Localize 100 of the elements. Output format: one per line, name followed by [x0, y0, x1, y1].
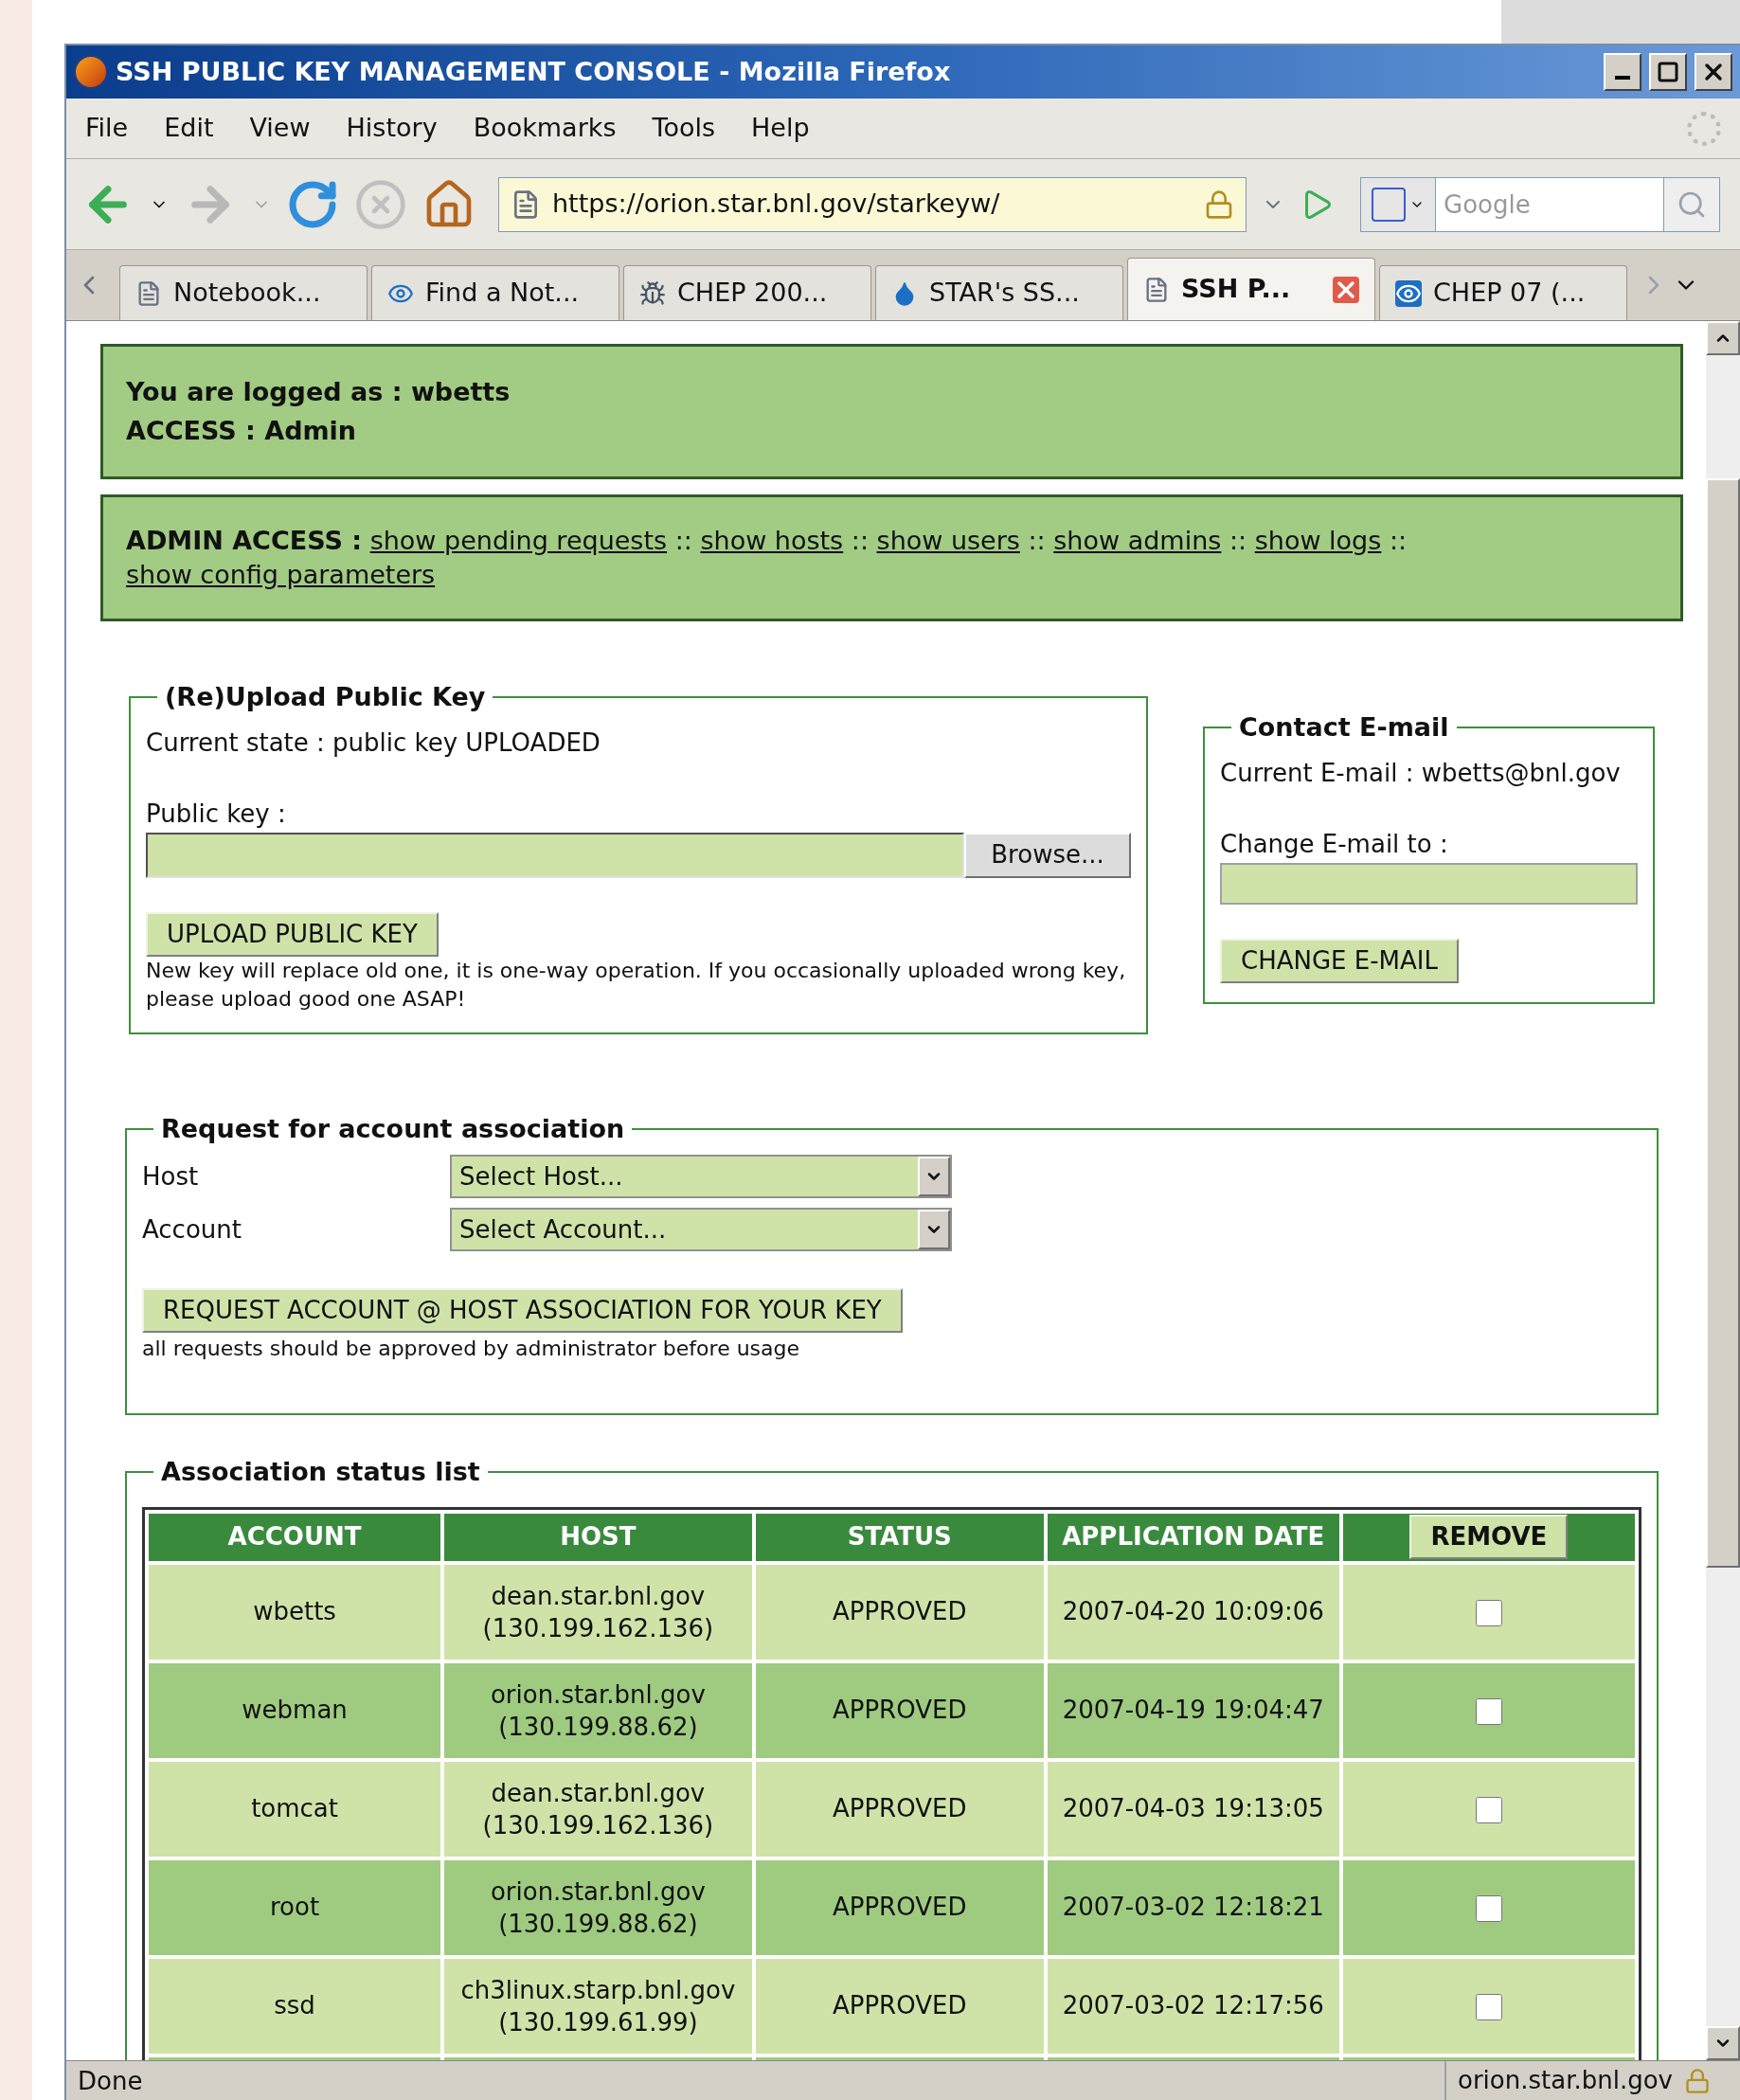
minimize-icon [1615, 76, 1630, 80]
request-note: all requests should be approved by administrator before usage [142, 1336, 801, 1362]
browser-tab[interactable]: SSH P... [1127, 258, 1375, 320]
host-name: dean.star.bnl.gov [490, 1777, 707, 1809]
maximize-button[interactable] [1649, 53, 1687, 91]
host-address: (130.199.162.136) [481, 1809, 715, 1841]
table-cell: 2007-04-03 19:13:05 [1047, 1761, 1339, 1857]
upload-button[interactable]: UPLOAD PUBLIC KEY [146, 911, 439, 957]
table-cell: 2007-03-02 12:18:21 [1047, 1859, 1339, 1955]
separator: :: [674, 526, 692, 555]
table-cell: ssd [149, 1958, 441, 2054]
field-label: Public key : [146, 798, 287, 830]
browser-tab[interactable]: CHEP 200... [623, 265, 871, 320]
separator: :: [851, 526, 869, 555]
browse-button[interactable]: Browse... [964, 832, 1131, 878]
select-dropdown[interactable]: Select Host... [450, 1155, 952, 1198]
search-icon[interactable] [1663, 176, 1720, 232]
remove-checkbox[interactable] [1475, 1993, 1502, 2020]
file-field[interactable] [146, 832, 964, 878]
menu-item[interactable]: Edit [164, 109, 214, 148]
admin-link[interactable]: show users [876, 526, 1020, 555]
field-label: Host [142, 1160, 200, 1193]
lock-icon [1204, 188, 1234, 220]
login-text: You are logged as : wbetts [126, 376, 511, 408]
select-dropdown[interactable]: Select Account... [450, 1208, 952, 1251]
admin-link[interactable]: show pending requests [369, 526, 668, 555]
change-email-button[interactable]: CHANGE E-MAIL [1220, 938, 1459, 983]
admin-link[interactable]: show hosts [700, 526, 844, 555]
access-text: ACCESS : Admin [126, 414, 358, 447]
column-header: ACCOUNT [149, 1513, 441, 1561]
table-cell: 2007-03-02 12:17:56 [1047, 1958, 1339, 2054]
menu-item[interactable]: View [249, 109, 311, 148]
minimize-button[interactable] [1604, 53, 1641, 91]
close-tab-icon[interactable] [1333, 276, 1359, 303]
admin-label: ADMIN ACCESS : [126, 526, 363, 555]
table-cell: APPROVED [755, 1958, 1044, 2054]
address-bar[interactable]: https://orion.star.bnl.gov/starkeyw/ [498, 176, 1247, 232]
section-title: Request for account association [160, 1112, 626, 1145]
close-button[interactable] [1695, 53, 1732, 91]
section-title: Association status list [160, 1456, 481, 1488]
field-label: Change E-mail to : [1220, 828, 1449, 860]
menu-item[interactable]: File [85, 109, 129, 148]
window-title: SSH PUBLIC KEY MANAGEMENT CONSOLE - Mozilla Firefox [116, 55, 951, 88]
browser-tab[interactable]: STAR's SS... [875, 265, 1123, 320]
field-label: Account [142, 1213, 242, 1246]
host-name: orion.star.bnl.gov [489, 1876, 707, 1908]
table-cell: APPROVED [755, 1662, 1044, 1758]
remove-checkbox[interactable] [1475, 1697, 1502, 1725]
table-cell: wbetts [149, 1564, 441, 1660]
host-address: (130.199.88.62) [497, 1908, 699, 1940]
request-button[interactable]: REQUEST ACCOUNT @ HOST ASSOCIATION FOR YOUR KEY [142, 1288, 903, 1333]
table-cell: 2007-04-20 10:09:06 [1047, 1564, 1339, 1660]
table-cell: root [149, 1859, 441, 1955]
remove-checkbox[interactable] [1475, 1796, 1502, 1823]
host-name: dean.star.bnl.gov [490, 1580, 707, 1612]
browser-tab[interactable]: CHEP 07 (... [1379, 265, 1627, 320]
firefox-logo-icon [74, 55, 108, 89]
host-address: (130.199.88.62) [497, 1711, 699, 1743]
throbber-icon [1687, 111, 1721, 146]
search-field[interactable]: Google [1436, 176, 1663, 232]
admin-link[interactable]: show logs [1254, 526, 1382, 555]
maximize-icon [1657, 61, 1679, 83]
separator: :: [1389, 526, 1408, 555]
section-title: (Re)Upload Public Key [164, 681, 487, 713]
browser-tab[interactable]: Find a Not... [371, 265, 619, 320]
browser-tab[interactable]: Notebook... [119, 265, 368, 320]
status-message: Done [77, 2066, 144, 2097]
menu-item[interactable]: History [346, 109, 438, 148]
separator: :: [1229, 526, 1247, 555]
host-name: orion.star.bnl.gov [489, 1678, 707, 1711]
host-address: (130.199.61.99) [497, 2006, 699, 2038]
table-cell: tomcat [149, 1761, 441, 1857]
bug-icon [639, 279, 666, 307]
admin-link[interactable]: show admins [1053, 526, 1222, 555]
remove-checkbox[interactable] [1475, 1599, 1502, 1626]
email-field[interactable] [1220, 862, 1638, 905]
eye-icon [1395, 279, 1422, 307]
menu-item[interactable]: Bookmarks [473, 109, 617, 148]
lock-icon [1684, 2067, 1711, 2094]
host-address: (130.199.162.136) [481, 1612, 715, 1644]
upload-note: New key will replace old one, it is one-way operation. If you occasionally uploaded wrong key, please upload good one ASAP! [146, 957, 1127, 1013]
table-cell: webman [149, 1662, 441, 1758]
column-header: APPLICATION DATE [1047, 1513, 1339, 1561]
table-cell: APPROVED [755, 1761, 1044, 1857]
section-title: Contact E-mail [1238, 711, 1450, 744]
email-text: Current E-mail : wbetts@bnl.gov [1220, 757, 1622, 789]
search-engine-icon[interactable] [1360, 176, 1436, 232]
table-cell: APPROVED [755, 1564, 1044, 1660]
table-cell: 2007-04-19 19:04:47 [1047, 1662, 1339, 1758]
column-header: STATUS [755, 1513, 1044, 1561]
menu-item[interactable]: Help [751, 109, 810, 148]
column-header: HOST [444, 1513, 752, 1561]
remove-button[interactable]: REMOVE [1409, 1515, 1569, 1559]
table-cell: APPROVED [755, 1859, 1044, 1955]
separator: :: [1028, 526, 1046, 555]
scrollbar[interactable] [1706, 321, 1740, 2060]
status-host: orion.star.bnl.gov [1458, 2065, 1673, 2096]
remove-checkbox[interactable] [1475, 1894, 1502, 1922]
admin-link[interactable]: show config parameters [126, 560, 436, 589]
menu-item[interactable]: Tools [652, 109, 715, 148]
